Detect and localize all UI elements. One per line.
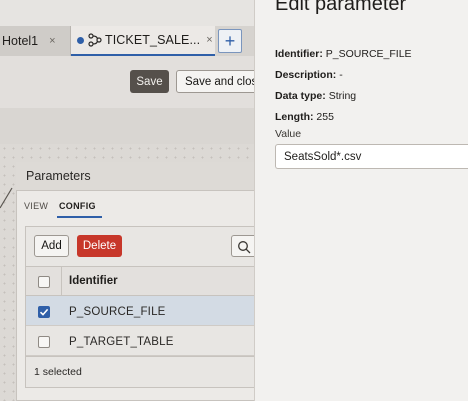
length-label: Length: [275, 111, 314, 123]
delete-button[interactable]: Delete [77, 235, 122, 257]
tab-view[interactable]: VIEW [24, 201, 48, 211]
add-button[interactable]: Add [34, 235, 69, 257]
tab-ticket-sales[interactable]: TICKET_SALE... × [71, 26, 215, 56]
datatype-field: Data type: String [275, 90, 356, 102]
identifier-cell: P_SOURCE_FILE [69, 306, 166, 318]
tab-bar: Hotel1 × TICKET_SALE... × + [0, 26, 254, 56]
datatype-label: Data type: [275, 90, 326, 102]
tab-label: Hotel1 [2, 34, 39, 48]
column-header-identifier[interactable]: Identifier [69, 275, 118, 287]
identifier-label: Identifier: [275, 48, 323, 60]
save-and-close-button[interactable]: Save and close [176, 70, 266, 93]
search-icon [238, 241, 251, 254]
identifier-value: P_SOURCE_FILE [325, 48, 412, 60]
description-field: Description: - [275, 69, 343, 81]
selection-status: 1 selected [34, 366, 82, 378]
length-field: Length: 255 [275, 111, 334, 123]
active-tab-indicator [57, 216, 102, 218]
dataflow-icon [88, 33, 102, 47]
value-label: Value [275, 128, 302, 140]
description-label: Description: [275, 69, 337, 81]
datatype-value: String [328, 90, 357, 102]
length-value: 255 [316, 111, 334, 123]
tab-config[interactable]: CONFIG [59, 201, 96, 211]
identifier-cell: P_TARGET_TABLE [69, 336, 174, 348]
identifier-field: Identifier: P_SOURCE_FILE [275, 48, 412, 60]
unsaved-dot-icon [77, 36, 84, 44]
tab-label: TICKET_SALE... [105, 33, 201, 47]
column-divider [61, 266, 62, 296]
edit-parameter-drawer [254, 0, 468, 401]
tab-hotel1[interactable]: Hotel1 × [0, 26, 71, 56]
value-input[interactable] [275, 144, 468, 169]
close-icon[interactable]: × [206, 34, 212, 46]
save-button[interactable]: Save [130, 70, 169, 93]
row-checkbox[interactable] [38, 336, 50, 348]
table-footer-divider [26, 356, 254, 357]
search-button[interactable] [231, 235, 255, 257]
description-value: - [339, 69, 343, 81]
panel-title: Parameters [26, 169, 91, 183]
drawer-title: Edit parameter [275, 0, 407, 15]
canvas-toolbar [0, 108, 254, 144]
close-icon[interactable]: × [49, 35, 55, 47]
connector-line [0, 187, 13, 209]
checkmark-icon [39, 308, 49, 316]
row-checkbox[interactable] [38, 306, 50, 318]
add-tab-button[interactable]: + [218, 29, 242, 53]
select-all-checkbox[interactable] [38, 276, 50, 288]
